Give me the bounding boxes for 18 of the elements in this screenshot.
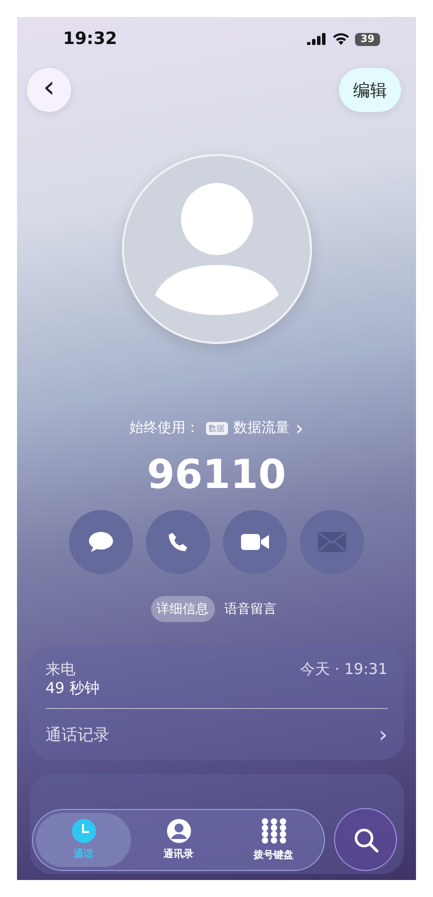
- chevron-icon[interactable]: ›: [378, 723, 388, 748]
- call-type: 来电: [46, 660, 76, 679]
- line-value[interactable]: 数据流量: [234, 419, 290, 437]
- call-history-link[interactable]: 通话记录: [46, 725, 110, 746]
- phone-number: 96110: [146, 452, 286, 498]
- tab-item[interactable]: 拨号键盘: [226, 812, 321, 866]
- segment-tab[interactable]: 语音留言: [218, 596, 282, 622]
- back-button[interactable]: ‹: [27, 68, 71, 112]
- edit-button[interactable]: 编辑: [339, 68, 401, 112]
- call-duration: 49 秒钟: [46, 679, 100, 698]
- segment-tab[interactable]: 详细信息: [150, 596, 214, 622]
- tab-item[interactable]: 通讯录: [131, 812, 226, 866]
- sim-badge: 数据: [206, 422, 228, 434]
- call-time: 今天 · 19:31: [300, 660, 388, 679]
- line-label: 始终使用：: [130, 419, 200, 437]
- status-time: 19:32: [63, 29, 118, 49]
- battery-level: 39: [355, 32, 380, 46]
- chevron-icon[interactable]: ›: [296, 416, 304, 440]
